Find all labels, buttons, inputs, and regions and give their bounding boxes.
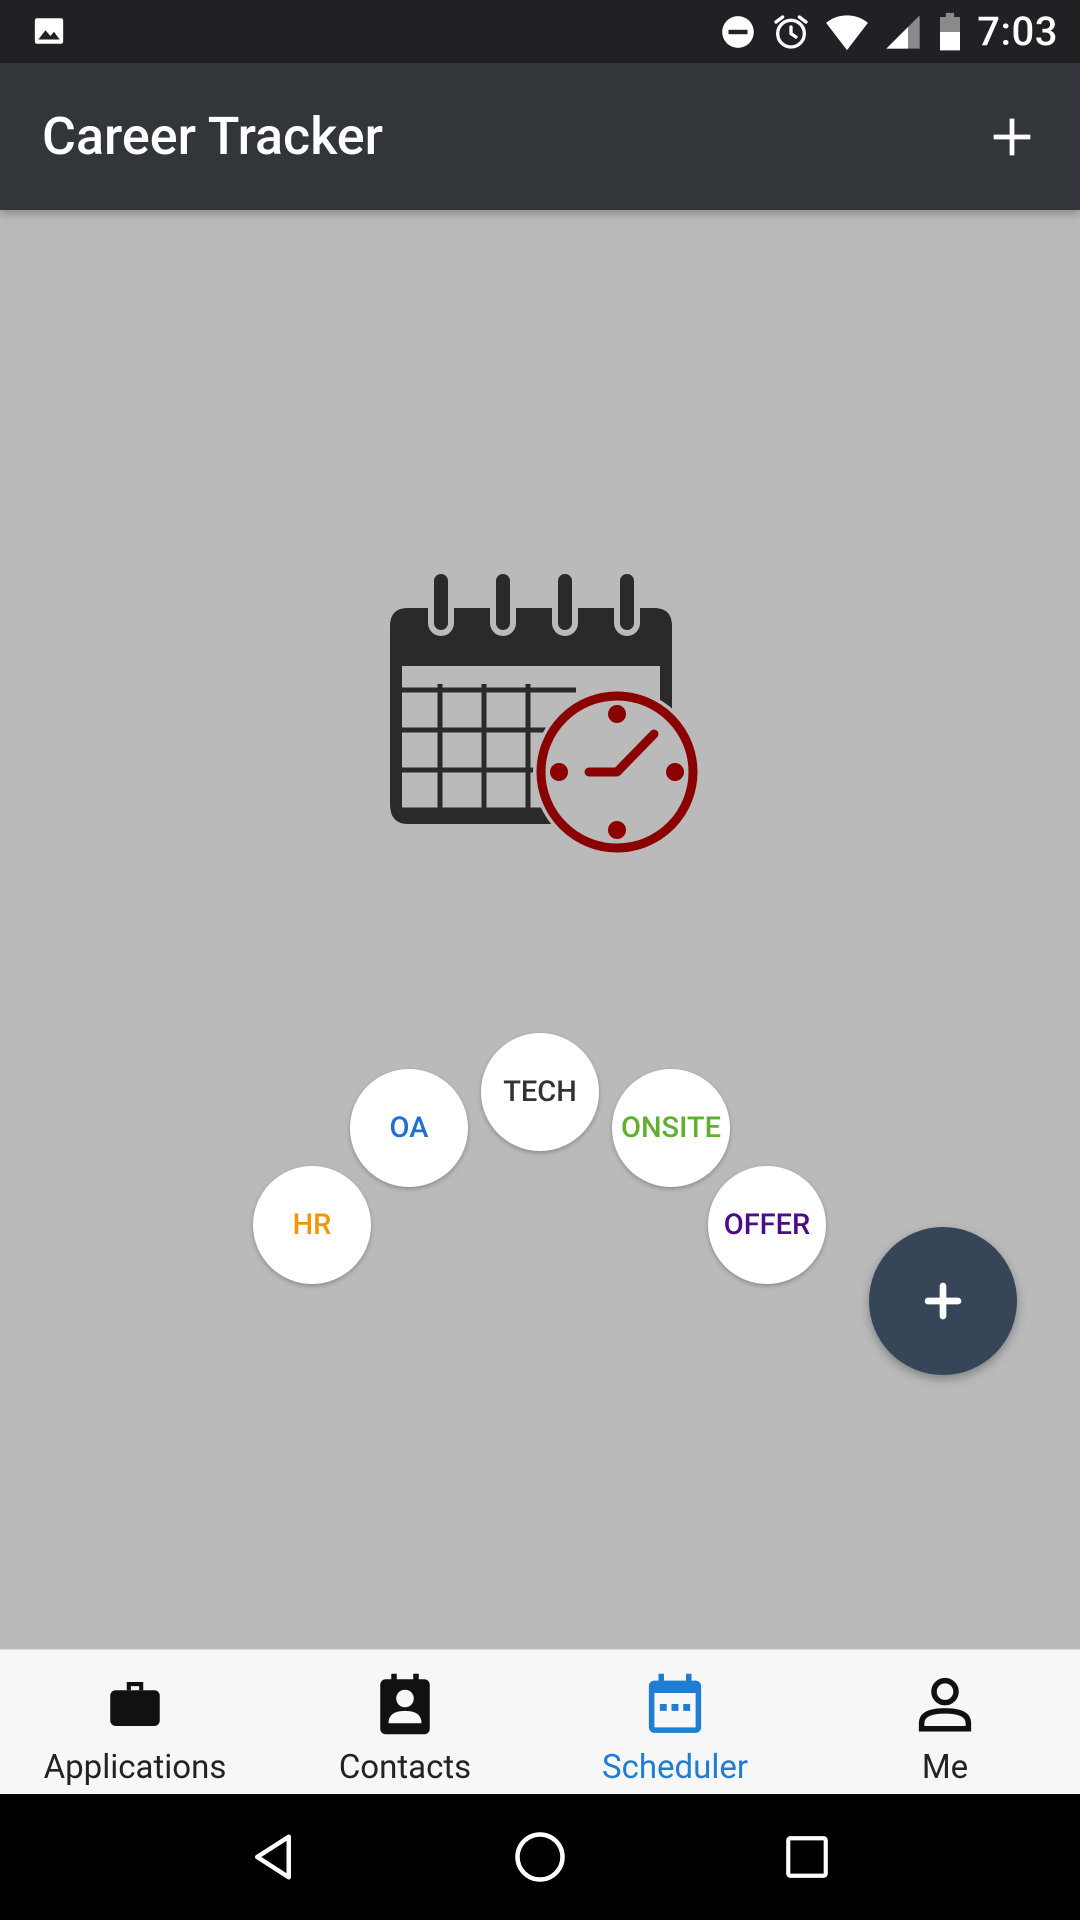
home-icon [515, 1832, 565, 1882]
back-icon [255, 1834, 292, 1880]
person-icon [918, 1677, 972, 1732]
add-button[interactable] [974, 99, 1050, 175]
status-time: 7:03 [977, 8, 1058, 55]
nav-label-contacts: Contacts [338, 1748, 472, 1787]
hr-stage-button[interactable]: HR [253, 1166, 371, 1284]
app-bar: Career Tracker [0, 63, 1080, 210]
calendar-clock-icon [390, 574, 701, 854]
nav-item-me[interactable]: Me [810, 1650, 1080, 1794]
offer-stage-button[interactable]: OFFER [708, 1166, 826, 1284]
wifi-icon [826, 14, 869, 50]
battery-icon [940, 12, 961, 50]
calendar-icon [648, 1673, 702, 1733]
nav-item-applications[interactable]: Applications [0, 1650, 270, 1794]
image-icon [34, 18, 64, 44]
nav-item-contacts[interactable]: Contacts [270, 1650, 540, 1794]
nav-item-scheduler[interactable]: Scheduler [540, 1650, 810, 1794]
cell-signal-icon [886, 14, 920, 49]
oa-stage-button[interactable]: OA [350, 1069, 468, 1187]
back-button[interactable] [233, 1817, 313, 1897]
nav-label-applications: Applications [43, 1748, 227, 1787]
recents-icon [785, 1836, 828, 1878]
plus-icon [924, 1282, 962, 1320]
system-navigation-bar [0, 1794, 1080, 1920]
page-title: Career Tracker [42, 106, 384, 167]
status-bar: 7:03 [0, 0, 1080, 63]
briefcase-icon [110, 1682, 160, 1726]
fab-add-button[interactable] [869, 1227, 1017, 1375]
tech-stage-button[interactable]: TECH [481, 1033, 599, 1151]
nav-label-scheduler: Scheduler [601, 1748, 749, 1787]
alarm-icon [774, 14, 808, 49]
recents-button[interactable] [767, 1817, 847, 1897]
app-screen: 7:03 Career Tracker HR OA TECH ONSITE OF… [0, 0, 1080, 1920]
nav-label-me: Me [921, 1748, 969, 1787]
scheduler-content [0, 210, 1080, 1649]
bottom-navigation: Applications Contacts Scheduler Me [0, 1649, 1080, 1794]
home-button[interactable] [500, 1817, 580, 1897]
do-not-disturb-icon [722, 15, 755, 48]
plus-icon [993, 118, 1031, 156]
contact-card-icon [380, 1673, 430, 1735]
onsite-stage-button[interactable]: ONSITE [612, 1069, 730, 1187]
